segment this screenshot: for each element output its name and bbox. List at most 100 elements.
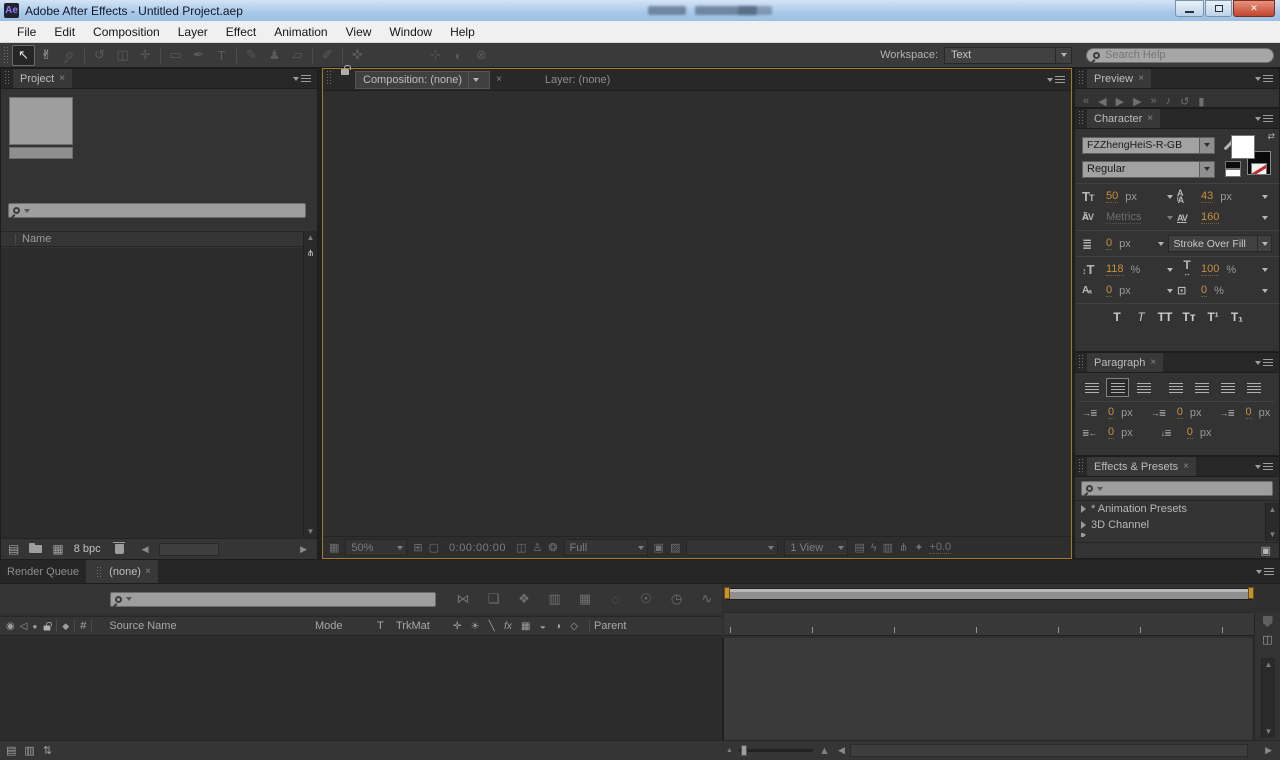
stroke-width-field[interactable]: ≣ 0px	[1082, 237, 1168, 251]
tsume-field[interactable]: ⊡ 0%	[1177, 284, 1272, 297]
magnification-dropdown[interactable]: 50%	[345, 539, 407, 556]
hand-tool[interactable]: ✌	[35, 45, 58, 66]
show-channels-icon[interactable]: ❂	[548, 541, 557, 554]
superscript-button[interactable]: T¹	[1202, 310, 1224, 324]
stroke-mode-dropdown[interactable]: Stroke Over Fill	[1168, 235, 1273, 252]
scroll-down-icon[interactable]: ▼	[1262, 727, 1275, 736]
delete-icon[interactable]	[115, 544, 124, 554]
composition-viewport[interactable]	[323, 91, 1071, 536]
scroll-up-icon[interactable]: ▲	[1266, 505, 1279, 514]
timeline-button-icon[interactable]: ▤	[854, 541, 864, 554]
close-icon[interactable]: ×	[145, 566, 151, 577]
workspace-dropdown[interactable]: Text	[944, 47, 1072, 64]
world-axis-mode-button[interactable]: ◐	[447, 45, 470, 66]
lock-icon[interactable]	[341, 69, 349, 75]
track-area[interactable]	[724, 638, 1252, 740]
scroll-up-icon[interactable]: ▲	[304, 233, 317, 242]
swap-fill-stroke-icon[interactable]: ⇄	[1267, 131, 1275, 142]
effects-category-3d-channel[interactable]: 3D Channel	[1075, 517, 1279, 533]
prev-frame-button[interactable]: ◀	[1098, 95, 1106, 107]
effects-category-animation-presets[interactable]: * Animation Presets	[1075, 501, 1279, 517]
graph-editor-icon[interactable]: ∿	[694, 591, 720, 607]
timeline-search-box[interactable]	[110, 592, 436, 607]
transparency-grid-icon[interactable]: ▨	[670, 541, 680, 554]
motion-blur-icon[interactable]: ◌	[603, 592, 629, 607]
rectangle-tool[interactable]: ▭	[164, 45, 187, 66]
new-composition-icon[interactable]: ▦	[52, 542, 63, 556]
align-center-button[interactable]	[1106, 378, 1129, 397]
effects-search-input[interactable]	[1107, 483, 1268, 495]
puppet-pin-tool[interactable]: ✜	[346, 45, 369, 66]
comp-panel-grip[interactable]	[326, 69, 332, 86]
font-style-dropdown-button[interactable]	[1200, 161, 1215, 178]
column-t[interactable]: T	[377, 620, 384, 632]
loop-button[interactable]: ↺	[1180, 95, 1189, 107]
justify-last-right-button[interactable]	[1216, 378, 1239, 397]
work-area-end-handle[interactable]	[1248, 587, 1254, 599]
preview-panel-grip[interactable]	[1078, 69, 1084, 84]
align-left-button[interactable]	[1080, 378, 1103, 397]
justify-last-left-button[interactable]	[1164, 378, 1187, 397]
roto-brush-tool[interactable]: ✐	[316, 45, 339, 66]
column-trkmat[interactable]: TrkMat	[396, 620, 430, 632]
zoom-tool[interactable]	[58, 45, 81, 66]
tab-effects-presets[interactable]: Effects & Presets×	[1087, 457, 1196, 476]
menu-window[interactable]: Window	[380, 21, 441, 42]
timeline-zoom-slider[interactable]	[739, 749, 813, 752]
horizontal-scale-dropdown[interactable]	[1262, 268, 1268, 272]
menu-animation[interactable]: Animation	[265, 21, 336, 42]
menu-effect[interactable]: Effect	[217, 21, 265, 42]
column-mode[interactable]: Mode	[315, 620, 343, 632]
tsume-dropdown[interactable]	[1262, 289, 1268, 293]
indent-left-value[interactable]: 0	[1108, 407, 1114, 419]
baseline-shift-dropdown[interactable]	[1167, 289, 1173, 293]
menu-layer[interactable]: Layer	[169, 21, 217, 42]
tracking-dropdown[interactable]	[1262, 216, 1268, 220]
effects-scrollbar[interactable]: ▲ ▼	[1265, 503, 1279, 541]
ram-preview-button[interactable]: ▮	[1198, 95, 1204, 107]
vertical-scale-dropdown[interactable]	[1167, 268, 1173, 272]
interpret-footage-icon[interactable]: ▤	[8, 542, 19, 556]
restore-button[interactable]	[1205, 0, 1232, 17]
timeline-v-scrollbar[interactable]: ▲ ▼	[1261, 658, 1275, 738]
view-axis-mode-button[interactable]: ⊗	[470, 45, 493, 66]
current-time-display[interactable]: 0:00:00:00	[449, 542, 506, 554]
pan-behind-tool[interactable]: ✛	[134, 45, 157, 66]
fast-previews-icon[interactable]: ϟ	[871, 542, 877, 554]
fill-color-swatch[interactable]	[1231, 135, 1255, 159]
first-line-indent-value[interactable]: 0	[1177, 407, 1183, 419]
tab-timeline-none[interactable]: (none)×	[86, 560, 158, 583]
pixel-aspect-icon[interactable]: ▥	[883, 541, 893, 554]
eraser-tool[interactable]: ▱	[286, 45, 309, 66]
threed-switch-icon[interactable]: ◇	[570, 621, 578, 632]
menu-view[interactable]: View	[337, 21, 381, 42]
brainstorm-icon[interactable]: ☉	[633, 591, 659, 607]
column-source-name[interactable]: Source Name	[109, 620, 176, 632]
column-parent[interactable]: Parent	[594, 620, 626, 632]
snapshot-icon[interactable]: ◫	[516, 541, 526, 554]
comp-flowchart-icon[interactable]: ⋔	[899, 541, 908, 554]
zoom-slider-thumb[interactable]	[741, 745, 747, 756]
close-icon[interactable]: ×	[1147, 113, 1153, 124]
tab-character[interactable]: Character×	[1087, 109, 1160, 128]
comp-mini-flowchart-icon[interactable]: ⋈	[450, 591, 476, 607]
toolbar-grip[interactable]	[3, 45, 9, 64]
timeline-search-input[interactable]	[136, 593, 431, 605]
font-size-dropdown[interactable]	[1167, 195, 1173, 199]
local-axis-mode-button[interactable]: ⊹	[424, 45, 447, 66]
new-animation-preset-icon[interactable]: ▣	[1261, 544, 1271, 557]
last-frame-button[interactable]: »	[1151, 95, 1157, 107]
minimize-button[interactable]	[1175, 0, 1204, 17]
solo-switch-icon[interactable]: ●	[32, 622, 37, 631]
region-of-interest-icon[interactable]: ▣	[654, 541, 664, 554]
font-family-dropdown-button[interactable]	[1200, 137, 1215, 154]
type-tool[interactable]: T	[210, 45, 233, 66]
motion-blur-switch-icon[interactable]: ◒	[540, 621, 546, 632]
font-style-select[interactable]: Regular	[1082, 161, 1200, 178]
shy-switch-icon[interactable]: ✛	[453, 621, 461, 632]
project-panel-menu[interactable]	[287, 69, 317, 88]
rotation-tool[interactable]: ↺	[88, 45, 111, 66]
scroll-down-icon[interactable]: ▼	[1266, 530, 1279, 539]
grid-guides-icon[interactable]: ▦	[329, 541, 339, 554]
project-item-list[interactable]	[1, 248, 305, 538]
